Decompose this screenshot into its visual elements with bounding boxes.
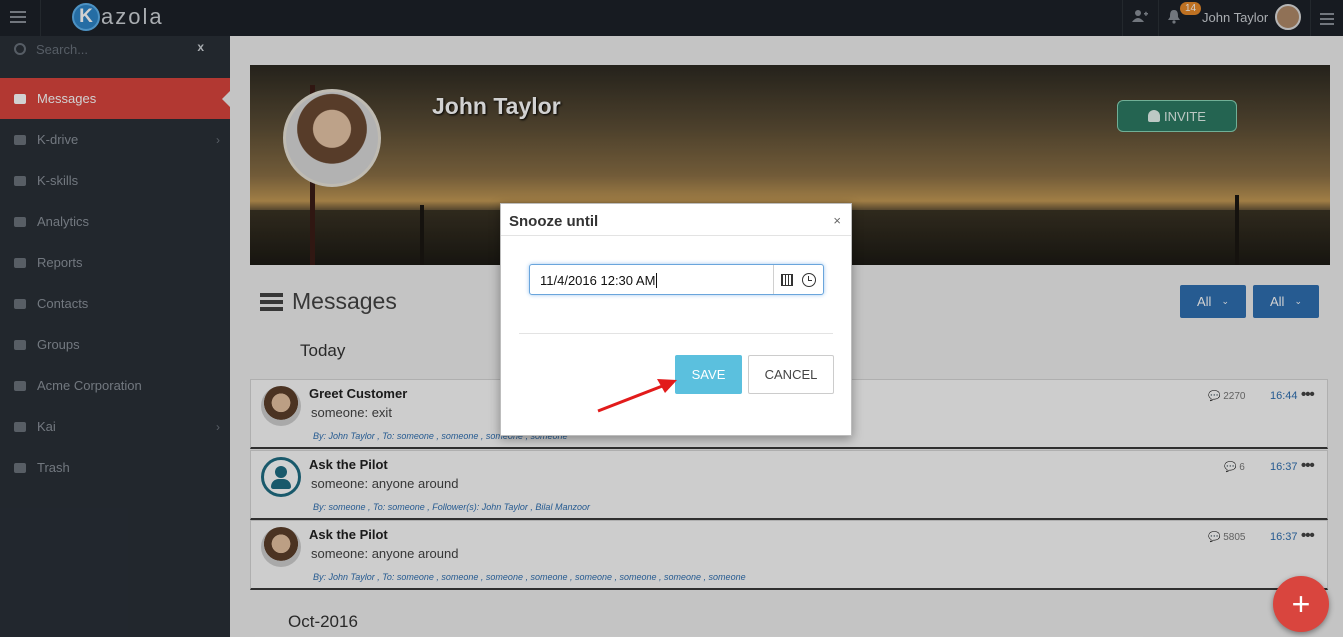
save-button[interactable]: SAVE: [675, 355, 742, 394]
snooze-datetime-field[interactable]: 11/4/2016 12:30 AM: [529, 264, 824, 295]
annotation-arrow-icon: [597, 379, 677, 413]
clock-icon[interactable]: [801, 272, 816, 287]
divider: [519, 333, 833, 334]
datetime-picker-buttons: [773, 265, 823, 294]
dialog-title: Snooze until: [509, 213, 599, 230]
close-icon[interactable]: ×: [833, 213, 841, 228]
calendar-icon[interactable]: [781, 273, 794, 286]
dialog-header: Snooze until ×: [501, 204, 851, 236]
compose-button[interactable]: +: [1273, 576, 1329, 632]
cancel-button[interactable]: CANCEL: [748, 355, 834, 394]
datetime-value: 11/4/2016 12:30 AM: [540, 273, 658, 288]
